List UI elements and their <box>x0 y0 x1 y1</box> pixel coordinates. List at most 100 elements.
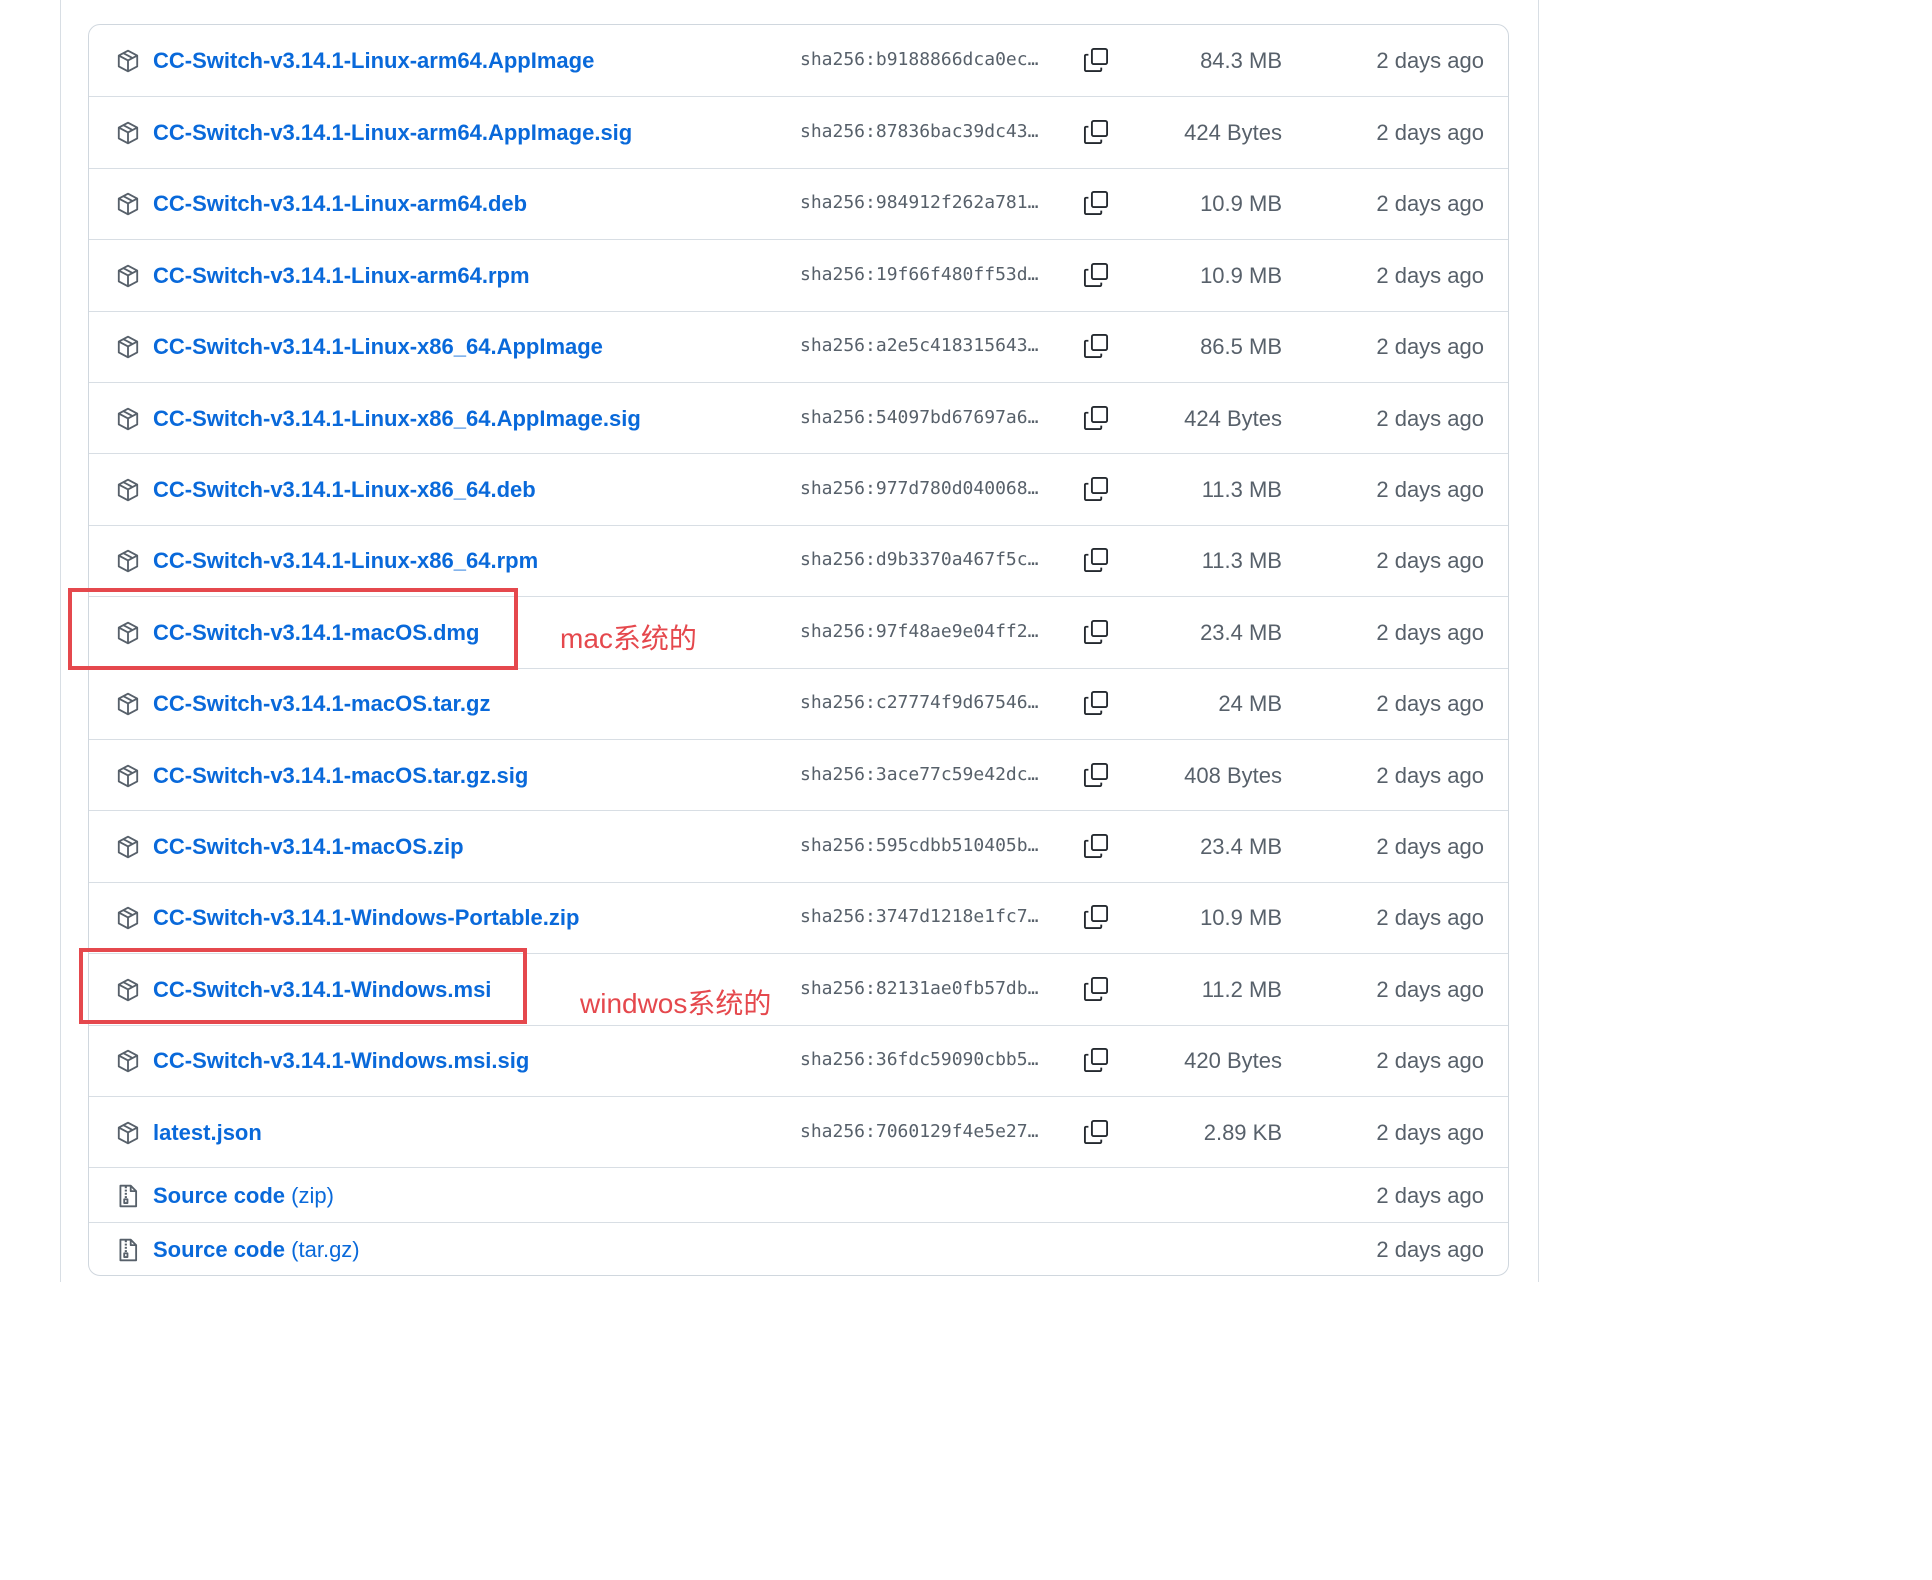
source-code-label: Source code <box>153 1182 286 1208</box>
asset-sha256: sha256:c27774f9d67546… <box>800 692 1039 714</box>
package-icon <box>115 120 141 146</box>
asset-download-link[interactable]: CC-Switch-v3.14.1-macOS.tar.gz <box>153 691 490 717</box>
package-icon <box>115 334 141 360</box>
asset-sha256: sha256:3747d1218e1fc7… <box>800 906 1039 928</box>
copy-icon[interactable] <box>1082 404 1110 432</box>
asset-sha256: sha256:3ace77c59e42dc… <box>800 763 1039 785</box>
asset-download-link[interactable]: CC-Switch-v3.14.1-Windows.msi.sig <box>153 1048 529 1074</box>
asset-uploaded-time: 2 days ago <box>1376 191 1484 217</box>
copy-icon[interactable] <box>1082 261 1110 289</box>
asset-download-link[interactable]: CC-Switch-v3.14.1-Linux-x86_64.AppImage <box>153 334 603 360</box>
package-icon <box>115 691 141 717</box>
package-icon <box>115 48 141 74</box>
asset-sha256: sha256:82131ae0fb57db… <box>800 977 1039 999</box>
asset-uploaded-time: 2 days ago <box>1376 120 1484 146</box>
copy-icon[interactable] <box>1082 546 1110 574</box>
asset-size: 11.3 MB <box>1201 477 1282 503</box>
asset-size: 2.89 KB <box>1203 1119 1282 1145</box>
annotation-windows: windwos系统的 <box>580 988 772 1019</box>
asset-uploaded-time: 2 days ago <box>1376 47 1484 73</box>
asset-download-link[interactable]: CC-Switch-v3.14.1-Linux-arm64.rpm <box>153 263 530 289</box>
asset-uploaded-time: 2 days ago <box>1376 477 1484 503</box>
asset-sha256: sha256:b9188866dca0ec… <box>800 48 1039 70</box>
copy-icon[interactable] <box>1082 1118 1110 1146</box>
asset-download-link[interactable]: CC-Switch-v3.14.1-Linux-arm64.deb <box>153 191 527 217</box>
source-code-label: Source code <box>153 1237 286 1263</box>
package-icon <box>115 263 141 289</box>
asset-size: 24 MB <box>1218 691 1282 717</box>
copy-icon[interactable] <box>1082 832 1110 860</box>
asset-uploaded-time: 2 days ago <box>1376 834 1484 860</box>
package-icon <box>115 548 141 574</box>
asset-row: CC-Switch-v3.14.1-Linux-x86_64.deb sha256… <box>89 453 1508 524</box>
asset-row: CC-Switch-v3.14.1-Linux-x86_64.AppImage.… <box>89 382 1508 453</box>
copy-icon[interactable] <box>1082 689 1110 717</box>
file-zip-icon <box>115 1183 141 1209</box>
copy-icon[interactable] <box>1082 475 1110 503</box>
asset-download-link[interactable]: CC-Switch-v3.14.1-Linux-arm64.AppImage.s… <box>153 120 632 146</box>
asset-download-link[interactable]: CC-Switch-v3.14.1-Linux-x86_64.AppImage.… <box>153 406 641 432</box>
asset-row: CC-Switch-v3.14.1-Linux-x86_64.rpm sha256… <box>89 524 1508 596</box>
asset-download-link[interactable]: latest.json <box>153 1120 262 1146</box>
asset-sha256: sha256:595cdbb510405b… <box>800 835 1039 857</box>
asset-size: 10.9 MB <box>1200 905 1282 931</box>
source-code-link[interactable]: Source code (tar.gz) <box>153 1237 360 1263</box>
asset-size: 84.3 MB <box>1200 47 1282 73</box>
asset-sha256: sha256:87836bac39dc43… <box>800 121 1039 143</box>
asset-size: 10.9 MB <box>1200 191 1282 217</box>
asset-size: 23.4 MB <box>1200 834 1282 860</box>
asset-download-link[interactable]: CC-Switch-v3.14.1-Linux-x86_64.rpm <box>153 548 538 574</box>
copy-icon[interactable] <box>1082 189 1110 217</box>
copy-icon[interactable] <box>1082 975 1110 1003</box>
asset-sha256: sha256:984912f262a781… <box>800 192 1039 214</box>
page-border-left <box>60 0 61 1282</box>
copy-icon[interactable] <box>1082 118 1110 146</box>
asset-row: CC-Switch-v3.14.1-Linux-arm64.AppImage.s… <box>89 96 1508 167</box>
asset-sha256: sha256:d9b3370a467f5c… <box>800 549 1039 571</box>
copy-icon[interactable] <box>1082 903 1110 931</box>
asset-size: 23.4 MB <box>1200 619 1282 645</box>
asset-uploaded-time: 2 days ago <box>1376 976 1484 1002</box>
asset-uploaded-time: 2 days ago <box>1376 691 1484 717</box>
asset-row: CC-Switch-v3.14.1-Linux-arm64.AppImage sh… <box>89 25 1508 96</box>
source-code-time: 2 days ago <box>1376 1182 1484 1208</box>
source-code-format: (zip) <box>291 1182 334 1208</box>
asset-download-link[interactable]: CC-Switch-v3.14.1-macOS.tar.gz.sig <box>153 763 528 789</box>
asset-uploaded-time: 2 days ago <box>1376 548 1484 574</box>
asset-download-link[interactable]: CC-Switch-v3.14.1-Linux-x86_64.deb <box>153 477 536 503</box>
package-icon <box>115 191 141 217</box>
asset-uploaded-time: 2 days ago <box>1376 619 1484 645</box>
asset-download-link[interactable]: CC-Switch-v3.14.1-Linux-arm64.AppImage <box>153 48 594 74</box>
asset-uploaded-time: 2 days ago <box>1376 262 1484 288</box>
asset-sha256: sha256:54097bd67697a6… <box>800 406 1039 428</box>
asset-size: 11.3 MB <box>1201 548 1282 574</box>
asset-row: CC-Switch-v3.14.1-macOS.tar.gz.sig sha256… <box>89 739 1508 810</box>
package-icon <box>115 905 141 931</box>
copy-icon[interactable] <box>1082 1046 1110 1074</box>
package-icon <box>115 477 141 503</box>
asset-row: CC-Switch-v3.14.1-Windows-Portable.zip sh… <box>89 881 1508 953</box>
copy-icon[interactable] <box>1082 46 1110 74</box>
source-code-row: Source code (tar.gz) 2 days ago <box>89 1221 1508 1275</box>
copy-icon[interactable] <box>1082 332 1110 360</box>
asset-download-link[interactable]: CC-Switch-v3.14.1-macOS.zip <box>153 834 464 860</box>
asset-row: CC-Switch-v3.14.1-macOS.tar.gz sha256:c27… <box>89 667 1508 739</box>
asset-sha256: sha256:977d780d040068… <box>800 478 1039 500</box>
copy-icon[interactable] <box>1082 761 1110 789</box>
asset-row: CC-Switch-v3.14.1-macOS.zip sha256:595cdb… <box>89 810 1508 881</box>
source-code-link[interactable]: Source code (zip) <box>153 1183 334 1209</box>
asset-size: 424 Bytes <box>1184 405 1282 431</box>
asset-uploaded-time: 2 days ago <box>1376 762 1484 788</box>
asset-download-link[interactable]: CC-Switch-v3.14.1-Windows-Portable.zip <box>153 905 579 931</box>
asset-uploaded-time: 2 days ago <box>1376 1048 1484 1074</box>
asset-size: 10.9 MB <box>1200 262 1282 288</box>
copy-icon[interactable] <box>1082 618 1110 646</box>
page-border-right <box>1538 0 1539 1282</box>
asset-sha256: sha256:7060129f4e5e27… <box>800 1120 1039 1142</box>
asset-size: 420 Bytes <box>1184 1048 1282 1074</box>
asset-row: CC-Switch-v3.14.1-Linux-x86_64.AppImage s… <box>89 310 1508 382</box>
asset-sha256: sha256:a2e5c418315643… <box>800 335 1039 357</box>
asset-uploaded-time: 2 days ago <box>1376 1119 1484 1145</box>
asset-sha256: sha256:19f66f480ff53d… <box>800 263 1039 285</box>
asset-row: CC-Switch-v3.14.1-Linux-arm64.rpm sha256:… <box>89 239 1508 310</box>
